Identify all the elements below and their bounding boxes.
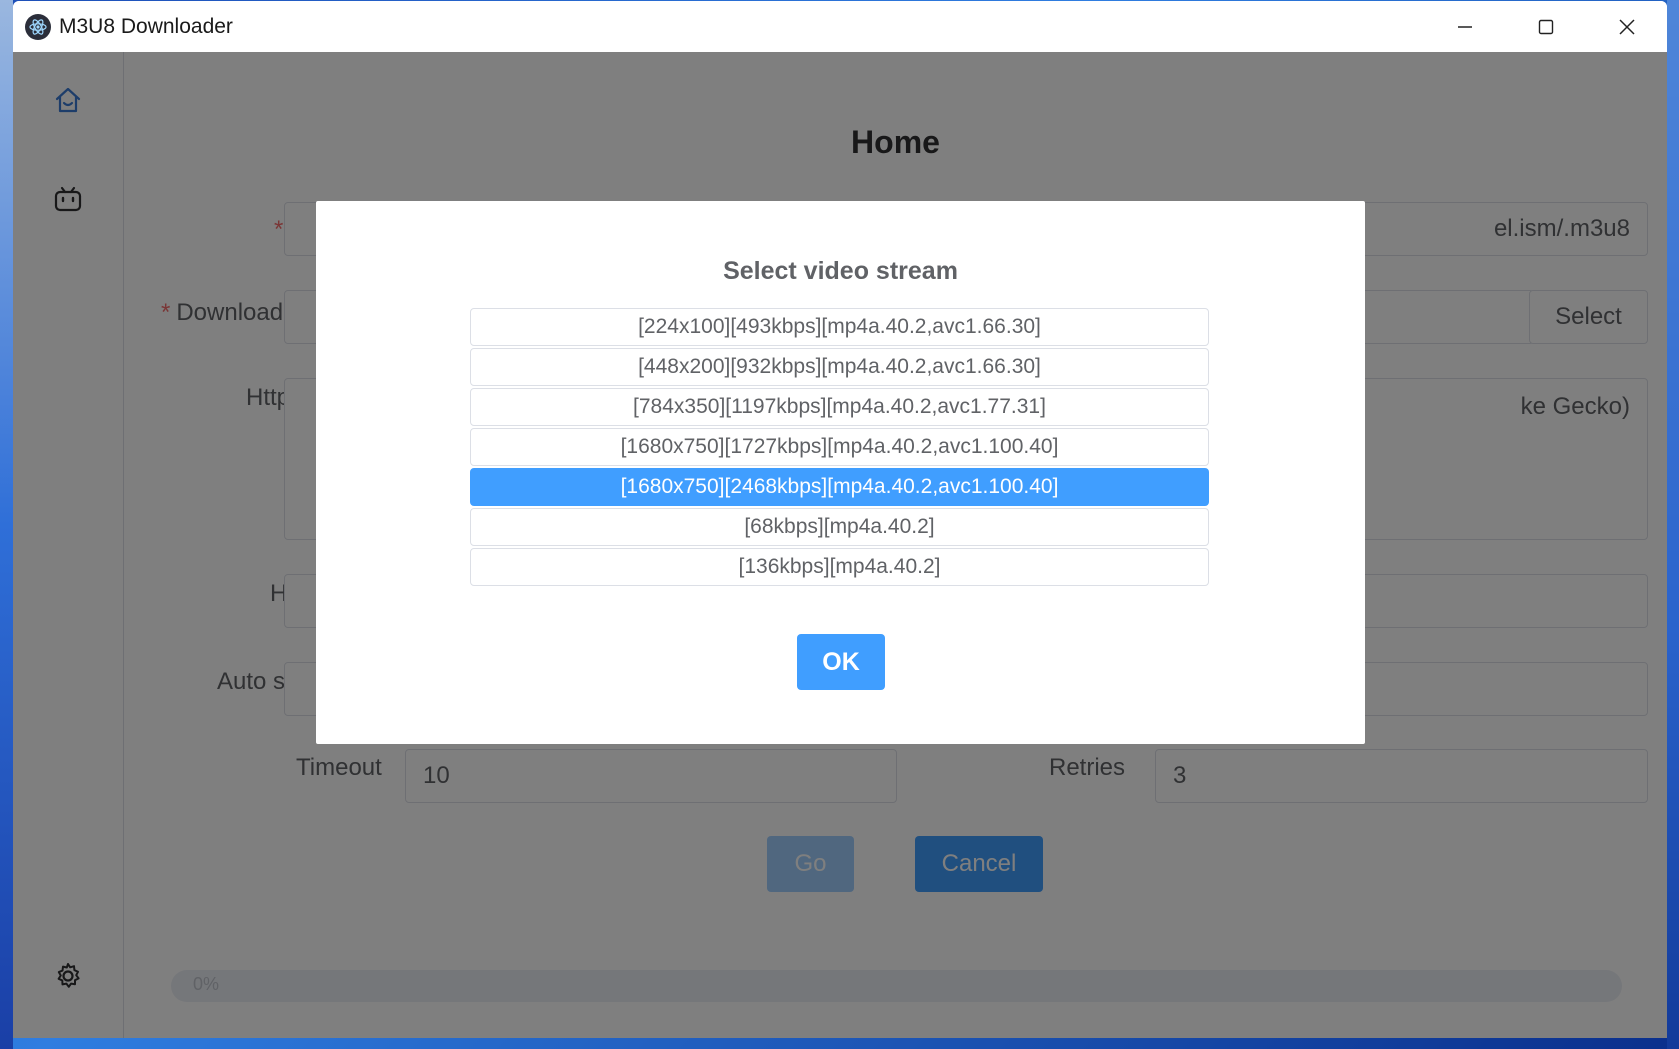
stream-list: [224x100][493kbps][mp4a.40.2,avc1.66.30]… [470, 308, 1209, 588]
title-bar[interactable]: M3U8 Downloader [13, 1, 1667, 53]
ok-button[interactable]: OK [797, 634, 885, 690]
stream-option[interactable]: [784x350][1197kbps][mp4a.40.2,avc1.77.31… [470, 388, 1209, 426]
stream-option[interactable]: [1680x750][1727kbps][mp4a.40.2,avc1.100.… [470, 428, 1209, 466]
select-stream-dialog: Select video stream [224x100][493kbps][m… [316, 201, 1365, 744]
maximize-icon [1538, 19, 1553, 34]
app-logo-icon [25, 13, 51, 40]
stream-option[interactable]: [1680x750][2468kbps][mp4a.40.2,avc1.100.… [470, 468, 1209, 506]
minimize-button[interactable] [1424, 1, 1505, 52]
maximize-button[interactable] [1505, 1, 1586, 52]
stream-option[interactable]: [68kbps][mp4a.40.2] [470, 508, 1209, 546]
stream-option[interactable]: [136kbps][mp4a.40.2] [470, 548, 1209, 586]
stream-option[interactable]: [448x200][932kbps][mp4a.40.2,avc1.66.30] [470, 348, 1209, 386]
desktop-background-right [1667, 0, 1679, 1049]
close-icon [1618, 18, 1635, 35]
app-window: M3U8 Downloader Select video stream [224… [13, 1, 1667, 1038]
minimize-icon [1457, 25, 1472, 28]
close-button[interactable] [1586, 1, 1667, 52]
stream-option[interactable]: [224x100][493kbps][mp4a.40.2,avc1.66.30] [470, 308, 1209, 346]
dialog-title: Select video stream [723, 257, 958, 285]
window-title: M3U8 Downloader [59, 14, 233, 38]
desktop-background-left [0, 0, 13, 1049]
